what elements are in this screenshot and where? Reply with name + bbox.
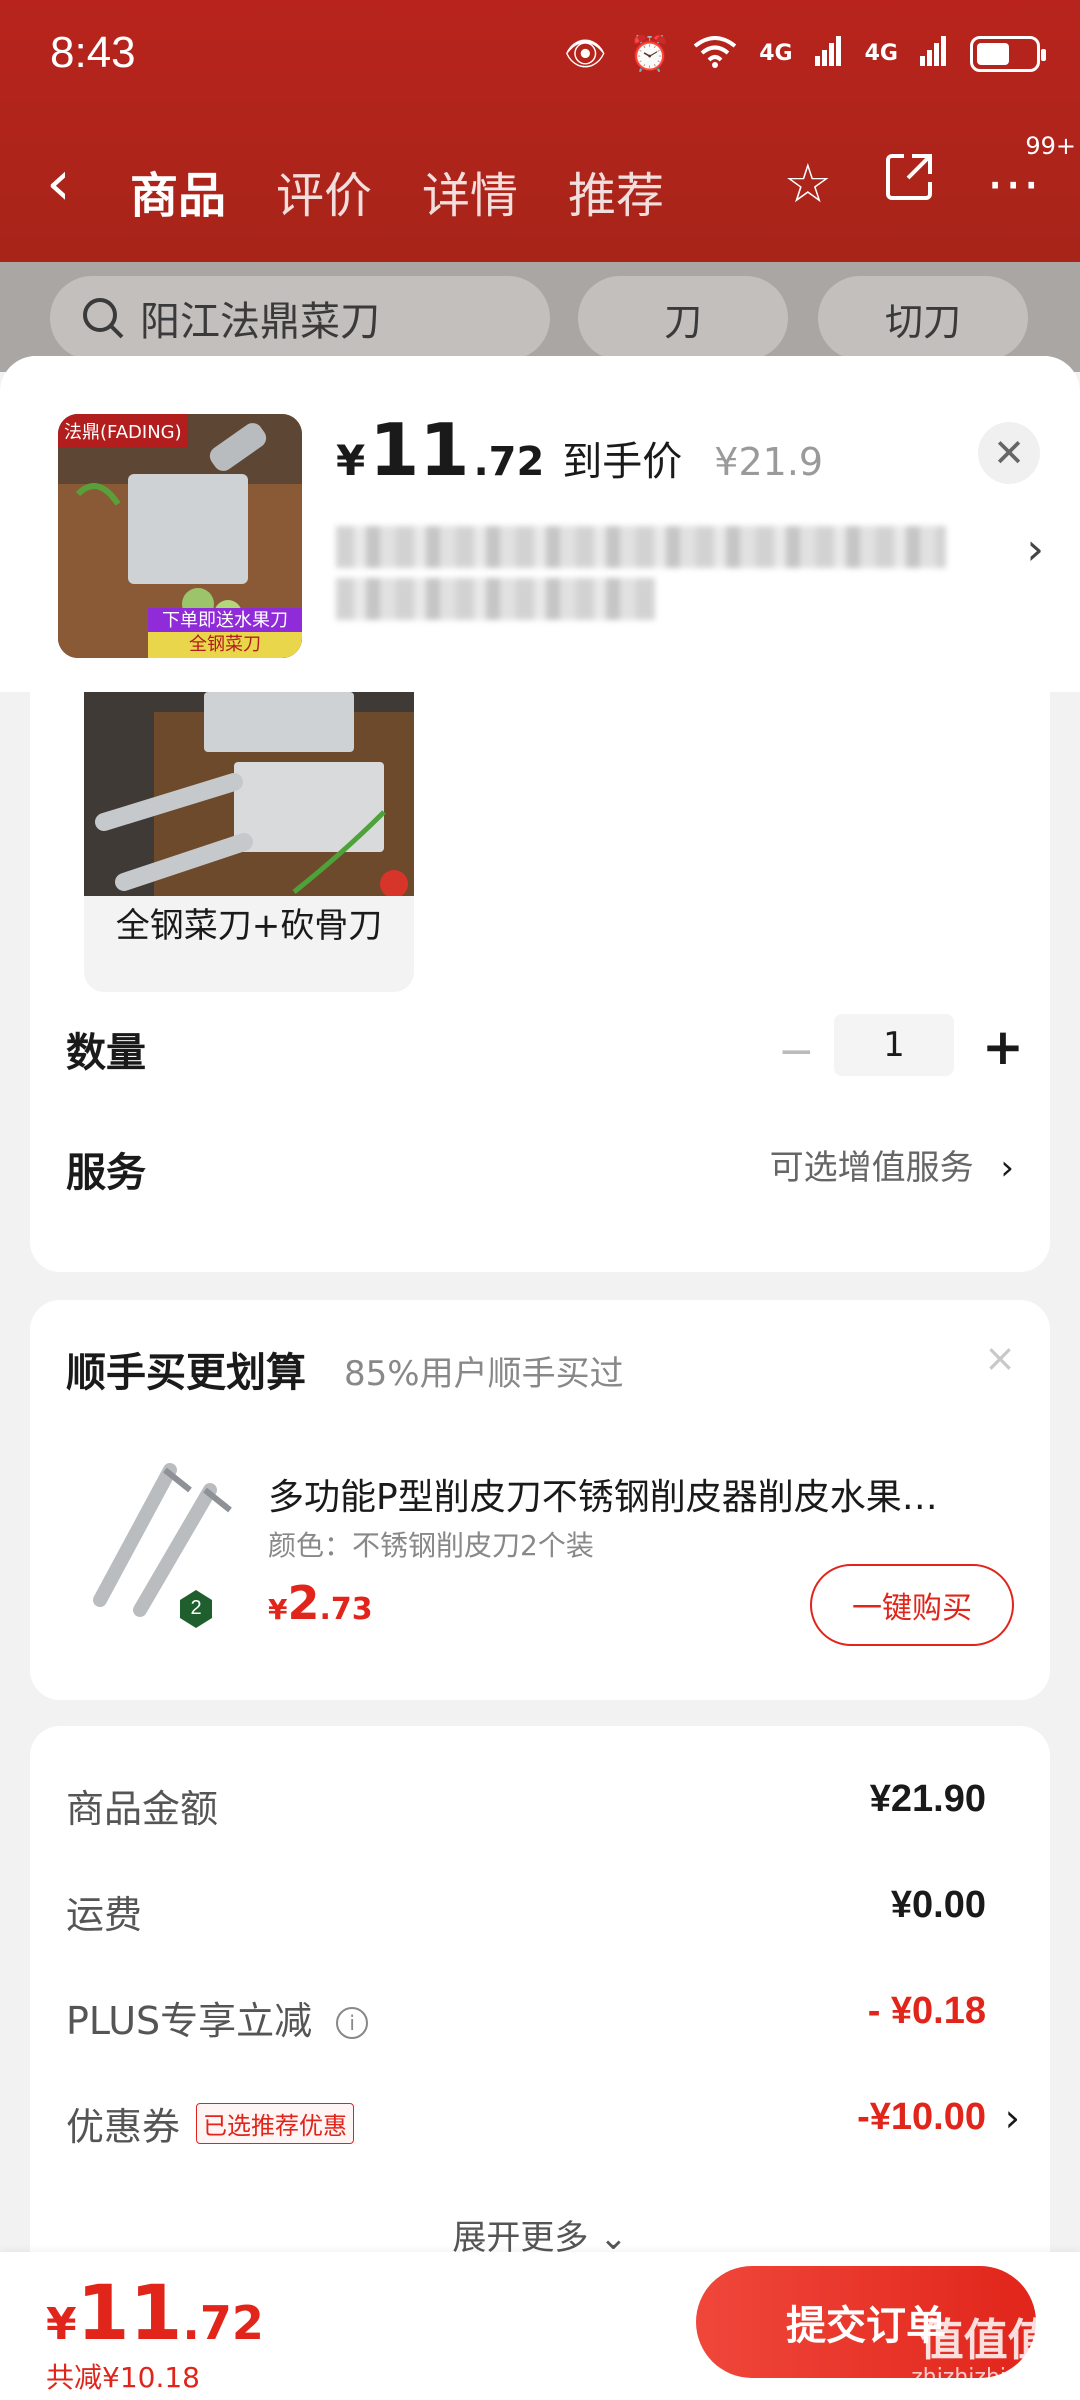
tab-reviews[interactable]: 评价 [276,156,372,226]
brand-label: 法鼎(FADING) [58,414,188,448]
one-click-buy-button[interactable]: 一键购买 [810,1564,1014,1646]
spec-option-selected[interactable]: 全钢菜刀+砍骨刀 [84,692,414,992]
price-tag: 到手价 [562,439,683,485]
sheet-header: 法鼎(FADING) 下单即送水果刀 全钢菜刀 ¥ 11 .72 到手价 ¥21… [0,356,1080,692]
total-saved: 共减¥10.18 [46,2361,200,2394]
quantity-increase-button[interactable]: + [982,1018,1024,1076]
quantity-input[interactable]: 1 [834,1014,954,1076]
addon-card: 顺手买更划算 85%用户顺手买过 × 2 多功能P型削皮刀不锈钢削皮器削皮水果…… [30,1300,1050,1700]
summary-row-plus: PLUS专享立减 i - ¥0.18 [66,1990,986,2043]
message-count-badge: 99+ [1025,132,1076,160]
addon-close-icon[interactable]: × [984,1336,1016,1380]
quantity-label: 数量 [66,1030,146,1076]
signal-icon-2: 4G [864,41,898,66]
promo-steel: 全钢菜刀 [148,632,302,658]
chevron-right-icon: › [1004,2096,1020,2140]
search-chip-knife[interactable]: 刀 [578,276,788,360]
blurred-address-line-1 [336,526,946,568]
chevron-right-icon: › [1000,1148,1014,1188]
addon-price: ¥ 2 .73 [268,1576,373,1630]
info-icon[interactable]: i [336,2007,369,2039]
bottom-bar: ¥ 11 .72 共减¥10.18 提交订单 值值值 zhizhizhi.com [0,2252,1080,2400]
service-label: 服务 [66,1150,146,1196]
spec-option-label: 全钢菜刀+砍骨刀 [115,906,383,946]
signal-icon-1: 4G [759,41,793,66]
order-sheet: 法鼎(FADING) 下单即送水果刀 全钢菜刀 ¥ 11 .72 到手价 ¥21… [0,356,1080,2400]
spec-option-image [84,692,414,898]
addon-title: 顺手买更划算 [66,1350,306,1396]
total-price: ¥ 11 .72 [46,2268,264,2357]
original-price: ¥21.9 [714,440,824,484]
search-chip-cutter[interactable]: 切刀 [818,276,1028,360]
tab-recommend[interactable]: 推荐 [568,156,664,226]
search-icon [83,298,124,339]
summary-row-goods: 商品金额 ¥21.90 [66,1778,986,1831]
qty-badge: 2 [190,1597,201,1619]
wifi-icon [693,34,737,74]
final-price: ¥ 11 .72 到手价 ¥21.9 [336,408,824,492]
share-icon[interactable] [882,150,936,217]
signal-bars-icon-1 [814,36,843,72]
watermark-logo: 值值值 zhizhizhi.com [911,2315,1060,2390]
close-button[interactable]: ✕ [978,422,1040,484]
peeler-image: 2 [70,1450,260,1640]
summary-row-coupon[interactable]: 优惠券 已选推荐优惠 -¥10.00 › [66,2096,1020,2156]
eye-icon: 👁 [563,34,607,74]
status-bar: 8:43 👁 ⏰ 4G 4G [0,0,1080,110]
addon-product-spec: 颜色：不锈钢削皮刀2个装 [268,1529,594,1562]
tab-product[interactable]: 商品 [130,156,226,226]
tab-details[interactable]: 详情 [422,156,518,226]
more-icon[interactable]: ⋯ 99+ [986,132,1076,215]
alarm-icon: ⏰ [628,34,672,74]
blurred-address-line-2 [336,578,656,620]
search-text: 阳江法鼎菜刀 [140,299,380,345]
summary-row-shipping: 运费 ¥0.00 [66,1884,986,1937]
status-time: 8:43 [50,28,136,77]
nav-tabs: 商品 评价 详情 推荐 [130,156,664,226]
addon-subtitle: 85%用户顺手买过 [344,1354,624,1394]
nav-bar: ‹ 商品 评价 详情 推荐 ☆ ⋯ 99+ [0,130,1080,240]
nav-actions: ☆ ⋯ 99+ [784,132,1076,217]
chevron-right-icon[interactable]: › [1026,524,1044,575]
promo-gift: 下单即送水果刀 [148,608,302,634]
star-icon[interactable]: ☆ [784,152,832,215]
status-icons: 👁 ⏰ 4G 4G [563,34,1046,74]
product-thumbnail: 法鼎(FADING) 下单即送水果刀 全钢菜刀 [58,414,302,658]
quantity-decrease-button[interactable]: − [778,1026,815,1077]
addon-product-name[interactable]: 多功能P型削皮刀不锈钢削皮器削皮水果… [268,1468,1028,1520]
signal-bars-icon-2 [920,36,948,72]
spec-card: 全钢菜刀+砍骨刀 数量 − 1 + 服务 可选增值服务 › [30,692,1050,1272]
search-input[interactable]: 阳江法鼎菜刀 [50,276,550,360]
coupon-tag: 已选推荐优惠 [196,2103,355,2144]
back-icon[interactable]: ‹ [46,146,71,219]
battery-icon [970,36,1046,72]
value-added-service-link[interactable]: 可选增值服务 › [770,1140,1014,1189]
